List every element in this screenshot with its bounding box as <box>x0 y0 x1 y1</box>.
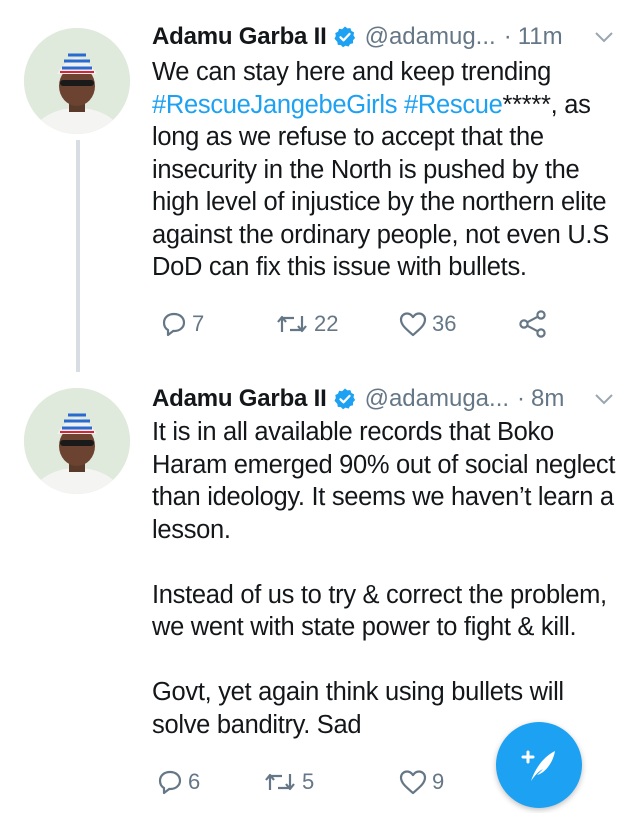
heart-icon <box>399 770 427 795</box>
reply-button[interactable]: 6 <box>156 764 200 800</box>
tweet-text: We can stay here and keep trending #Resc… <box>152 56 626 284</box>
reply-icon <box>162 312 186 337</box>
like-button[interactable]: 9 <box>398 764 444 800</box>
reply-icon <box>158 770 182 795</box>
tweet-text: It is in all available records that Boko… <box>152 416 626 741</box>
like-count: 9 <box>432 769 445 794</box>
compose-tweet-button[interactable] <box>496 722 582 808</box>
avatar[interactable] <box>24 388 130 494</box>
retweet-count: 5 <box>302 769 315 794</box>
separator-dot: · <box>503 23 512 50</box>
like-button[interactable]: 36 <box>398 306 456 342</box>
timestamp[interactable]: 8m <box>531 385 564 413</box>
tweet-paragraph: Instead of us to try & correct the probl… <box>152 580 607 642</box>
reply-count: 6 <box>188 769 201 794</box>
chevron-down-icon[interactable] <box>594 392 614 406</box>
retweet-button[interactable]: 22 <box>274 306 338 342</box>
retweet-button[interactable]: 5 <box>262 764 314 800</box>
separator-dot: · <box>517 385 526 412</box>
share-button[interactable] <box>518 306 548 342</box>
author-name[interactable]: Adamu Garba II <box>152 23 327 51</box>
retweet-icon <box>265 773 295 791</box>
author-name[interactable]: Adamu Garba II <box>152 385 327 413</box>
heart-icon <box>399 312 427 337</box>
share-icon <box>519 310 546 338</box>
retweet-count: 22 <box>314 311 339 336</box>
verified-badge-icon <box>333 387 357 411</box>
tweet-paragraph: It is in all available records that Boko… <box>152 418 616 544</box>
tweet-text-segment: We can stay here and keep trending <box>152 58 552 86</box>
timestamp[interactable]: 11m <box>518 23 563 51</box>
reply-button[interactable]: 7 <box>160 306 204 342</box>
tweet[interactable]: Adamu Garba II @adamug... · 11m We can s… <box>0 0 640 370</box>
like-count: 36 <box>432 311 457 336</box>
author-handle[interactable]: @adamuga... <box>365 385 509 413</box>
retweet-icon <box>277 315 307 333</box>
reply-count: 7 <box>192 311 205 336</box>
tweet-header: Adamu Garba II @adamug... · 11m <box>152 20 624 54</box>
tweet-header: Adamu Garba II @adamuga... · 8m <box>152 382 624 416</box>
chevron-down-icon[interactable] <box>594 30 614 44</box>
tweet-text-segment: *****, as long as we refuse to accept th… <box>152 90 609 282</box>
avatar[interactable] <box>24 28 130 134</box>
hashtag-link[interactable]: #Rescue <box>404 91 503 119</box>
hashtag-link[interactable]: #RescueJangebeGirls <box>152 91 398 119</box>
verified-badge-icon <box>333 25 357 49</box>
compose-tweet-icon <box>521 750 555 781</box>
author-handle[interactable]: @adamug... <box>365 23 496 51</box>
